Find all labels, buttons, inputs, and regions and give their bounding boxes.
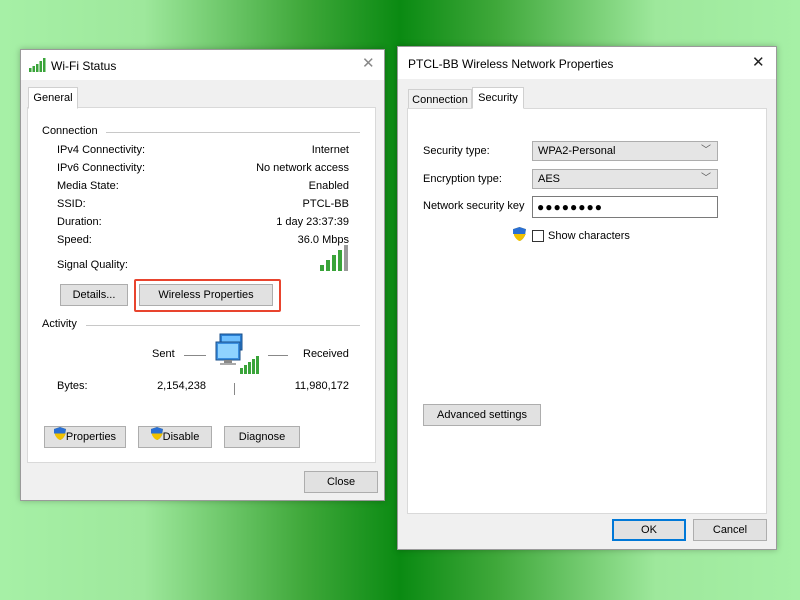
tab-general[interactable]: General xyxy=(28,87,78,109)
bytes-sent-value: 2,154,238 xyxy=(157,380,206,392)
ipv6-value: No network access xyxy=(256,162,349,174)
encryption-type-dropdown[interactable]: AES ﹀ xyxy=(532,169,718,189)
properties-label: Properties xyxy=(65,431,117,443)
diagnose-button[interactable]: Diagnose xyxy=(224,426,300,448)
chevron-down-icon: ﹀ xyxy=(701,145,711,156)
encryption-type-label: Encryption type: xyxy=(423,173,502,185)
network-key-input[interactable]: ●●●●●●●● xyxy=(532,196,718,218)
wifi-status-titlebar[interactable]: Wi-Fi Status ✕ xyxy=(21,50,384,80)
details-button[interactable]: Details... xyxy=(60,284,128,306)
show-characters-label[interactable]: Show characters xyxy=(548,230,630,242)
window-title: Wi-Fi Status xyxy=(51,59,117,73)
close-icon[interactable]: ✕ xyxy=(362,56,375,72)
wireless-properties-window: PTCL-BB Wireless Network Properties ✕ Co… xyxy=(397,46,777,550)
ipv6-label: IPv6 Connectivity: xyxy=(57,162,146,174)
uac-shield-icon xyxy=(513,227,526,244)
divider xyxy=(184,355,206,356)
signal-bar xyxy=(326,260,330,271)
wifi-status-window: Wi-Fi Status ✕ General Connection IPv4 C… xyxy=(20,49,385,501)
tab-security[interactable]: Security xyxy=(472,87,524,109)
ssid-label: SSID: xyxy=(57,198,86,210)
bytes-label: Bytes: xyxy=(57,380,88,392)
divider xyxy=(234,383,235,395)
received-label: Received xyxy=(303,348,349,360)
wireless-properties-button[interactable]: Wireless Properties xyxy=(139,284,273,306)
ipv4-label: IPv4 Connectivity: xyxy=(57,144,146,156)
divider xyxy=(106,132,360,133)
activity-heading: Activity xyxy=(42,318,77,330)
cancel-button[interactable]: Cancel xyxy=(693,519,767,541)
encryption-type-value: AES xyxy=(538,173,561,185)
ipv4-value: Internet xyxy=(311,144,349,156)
speed-label: Speed: xyxy=(57,234,92,246)
properties-titlebar[interactable]: PTCL-BB Wireless Network Properties ✕ xyxy=(398,47,776,79)
signal-quality-icon xyxy=(320,245,350,274)
properties-button[interactable]: Properties xyxy=(44,426,126,448)
ok-button[interactable]: OK xyxy=(612,519,686,541)
media-state-label: Media State: xyxy=(57,180,119,192)
security-tab-pane: Security type: WPA2-Personal ﹀ Encryptio… xyxy=(407,108,767,514)
security-type-dropdown[interactable]: WPA2-Personal ﹀ xyxy=(532,141,718,161)
media-state-value: Enabled xyxy=(308,180,349,192)
duration-label: Duration: xyxy=(57,216,102,228)
close-button[interactable]: Close xyxy=(304,471,378,493)
security-type-value: WPA2-Personal xyxy=(538,145,616,157)
chevron-down-icon: ﹀ xyxy=(701,173,711,184)
uac-shield-icon xyxy=(150,427,163,447)
network-computer-icon xyxy=(214,330,260,379)
tab-connection[interactable]: Connection xyxy=(408,89,472,109)
bytes-received-value: 11,980,172 xyxy=(294,380,349,392)
disable-label: Disable xyxy=(162,431,200,443)
signal-bar xyxy=(320,265,324,271)
sent-label: Sent xyxy=(152,348,175,360)
ssid-value: PTCL-BB xyxy=(302,198,349,210)
general-tab-pane: Connection IPv4 Connectivity: Internet I… xyxy=(27,107,376,463)
security-type-label: Security type: xyxy=(423,145,490,157)
duration-value: 1 day 23:37:39 xyxy=(276,216,349,228)
signal-bar xyxy=(338,250,342,271)
disable-button[interactable]: Disable xyxy=(138,426,212,448)
window-title: PTCL-BB Wireless Network Properties xyxy=(408,57,614,71)
connection-heading: Connection xyxy=(42,125,98,137)
uac-shield-icon xyxy=(53,427,66,447)
divider xyxy=(86,325,360,326)
show-characters-checkbox[interactable] xyxy=(532,230,544,242)
signal-bar xyxy=(344,245,348,271)
advanced-settings-button[interactable]: Advanced settings xyxy=(423,404,541,426)
signal-quality-label: Signal Quality: xyxy=(57,259,128,271)
divider xyxy=(268,355,288,356)
close-icon[interactable]: ✕ xyxy=(752,55,765,71)
wifi-signal-icon xyxy=(29,58,47,75)
signal-bar xyxy=(332,255,336,271)
network-key-label: Network security key xyxy=(423,200,525,212)
